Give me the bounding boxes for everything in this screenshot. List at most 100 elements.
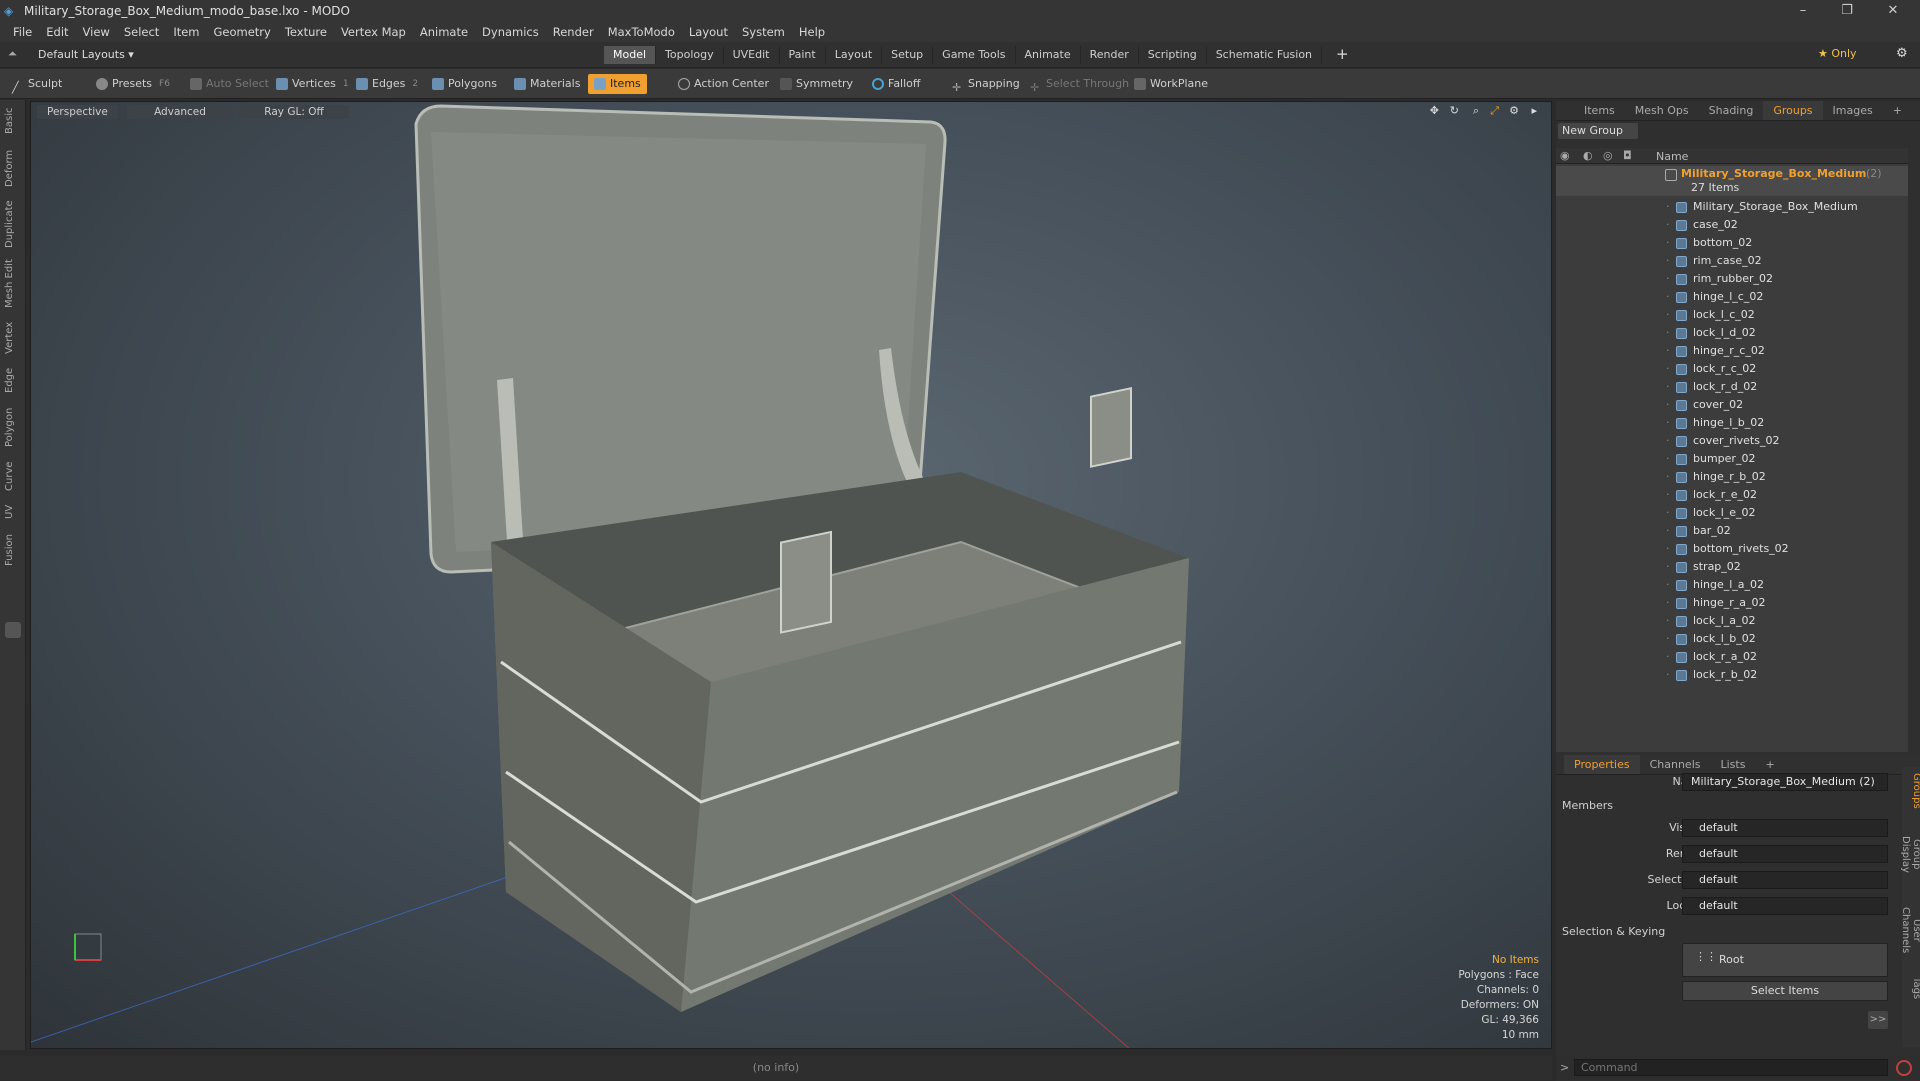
list-item[interactable]: · lock_r_b_02 — [1556, 666, 1908, 684]
strip-toggle-icon[interactable] — [5, 622, 21, 638]
vtab-mesh-edit[interactable]: Mesh Edit — [4, 258, 22, 310]
menu-animate[interactable]: Animate — [413, 25, 475, 39]
list-item[interactable]: · lock_l_c_02 — [1556, 306, 1908, 324]
tab-uvedit[interactable]: UVEdit — [724, 46, 780, 64]
list-item[interactable]: · hinge_r_b_02 — [1556, 468, 1908, 486]
close-button[interactable]: ✕ — [1872, 0, 1914, 22]
default-layouts-dropdown[interactable]: Default Layouts ▾ — [38, 48, 134, 61]
tab-topology[interactable]: Topology — [656, 46, 724, 64]
side-tab-group-display[interactable]: Group Display — [1900, 819, 1920, 889]
tab-items[interactable]: Items — [1574, 101, 1625, 120]
action-center-button[interactable]: Action Center — [672, 74, 775, 94]
list-item[interactable]: · lock_r_d_02 — [1556, 378, 1908, 396]
menu-file[interactable]: File — [6, 25, 39, 39]
render-dropdown[interactable]: default — [1682, 845, 1888, 863]
selection-keying-section[interactable]: Selection & Keying — [1562, 925, 1665, 938]
tab-layout[interactable]: Layout — [826, 46, 883, 64]
select-items-button[interactable]: Select Items — [1682, 981, 1888, 1001]
menu-system[interactable]: System — [735, 25, 792, 39]
vtab-duplicate[interactable]: Duplicate — [4, 198, 22, 250]
tab-scripting[interactable]: Scripting — [1139, 46, 1207, 64]
vtab-vertex[interactable]: Vertex — [4, 318, 22, 358]
root-button[interactable]: ⋮⋮ Root — [1682, 943, 1888, 977]
menu-texture[interactable]: Texture — [278, 25, 334, 39]
materials-button[interactable]: Materials — [508, 74, 586, 94]
menu-render[interactable]: Render — [546, 25, 601, 39]
name-field[interactable]: Military_Storage_Box_Medium (2) — [1682, 773, 1888, 791]
list-item[interactable]: · lock_l_d_02 — [1556, 324, 1908, 342]
tab-game-tools[interactable]: Game Tools — [933, 46, 1016, 64]
side-tab-groups[interactable]: Groups — [1904, 771, 1920, 811]
auto-select-button[interactable]: Auto Select — [184, 74, 275, 94]
presets-button[interactable]: Presets F6 — [90, 74, 176, 94]
list-item[interactable]: · hinge_l_a_02 — [1556, 576, 1908, 594]
list-item[interactable]: · case_02 — [1556, 216, 1908, 234]
menu-dynamics[interactable]: Dynamics — [475, 25, 546, 39]
visibility-column-icon[interactable]: ◉ — [1560, 149, 1570, 162]
list-item[interactable]: · strap_02 — [1556, 558, 1908, 576]
add-panel-tab-button[interactable]: + — [1883, 101, 1912, 120]
list-item[interactable]: · bumper_02 — [1556, 450, 1908, 468]
sculpt-button[interactable]: ╱ Sculpt — [6, 74, 68, 94]
selectable-dropdown[interactable]: default — [1682, 871, 1888, 889]
symmetry-button[interactable]: Symmetry — [774, 74, 859, 94]
menu-geometry[interactable]: Geometry — [207, 25, 278, 39]
polygons-button[interactable]: Polygons — [426, 74, 503, 94]
list-item[interactable]: · cover_rivets_02 — [1556, 432, 1908, 450]
list-item[interactable]: · hinge_r_c_02 — [1556, 342, 1908, 360]
tab-render[interactable]: Render — [1081, 46, 1139, 64]
tab-mesh-ops[interactable]: Mesh Ops — [1625, 101, 1699, 120]
render-column-icon[interactable]: ◐ — [1583, 149, 1593, 162]
tab-groups[interactable]: Groups — [1763, 101, 1823, 120]
list-item[interactable]: · rim_rubber_02 — [1556, 270, 1908, 288]
snapping-button[interactable]: ✛ Snapping — [946, 74, 1026, 94]
list-item[interactable]: · lock_l_a_02 — [1556, 612, 1908, 630]
tab-shading[interactable]: Shading — [1699, 101, 1764, 120]
list-item[interactable]: · cover_02 — [1556, 396, 1908, 414]
visible-dropdown[interactable]: default — [1682, 819, 1888, 837]
list-item[interactable]: · lock_l_e_02 — [1556, 504, 1908, 522]
side-tab-user-channels[interactable]: User Channels — [1900, 895, 1920, 965]
vtab-edge[interactable]: Edge — [4, 364, 22, 396]
vtab-fusion[interactable]: Fusion — [4, 532, 22, 568]
menu-edit[interactable]: Edit — [39, 25, 75, 39]
restore-button[interactable]: ❐ — [1826, 0, 1868, 22]
list-item[interactable]: · lock_r_c_02 — [1556, 360, 1908, 378]
menu-select[interactable]: Select — [117, 25, 166, 39]
vtab-uv[interactable]: UV — [4, 500, 22, 524]
tab-model[interactable]: Model — [604, 46, 657, 64]
list-item[interactable]: · lock_l_b_02 — [1556, 630, 1908, 648]
layout-collapse-icon[interactable]: ⏶ — [8, 47, 17, 61]
menu-vertex-map[interactable]: Vertex Map — [334, 25, 413, 39]
select-column-icon[interactable]: ◎ — [1603, 149, 1613, 162]
menu-view[interactable]: View — [76, 25, 117, 39]
list-item[interactable]: · lock_r_a_02 — [1556, 648, 1908, 666]
list-item[interactable]: · bottom_rivets_02 — [1556, 540, 1908, 558]
workplane-button[interactable]: WorkPlane — [1128, 74, 1214, 94]
more-button[interactable]: >> — [1868, 1011, 1888, 1029]
command-input[interactable] — [1574, 1059, 1888, 1076]
edges-button[interactable]: Edges 2 — [350, 74, 424, 94]
vtab-basic[interactable]: Basic — [4, 104, 22, 138]
items-button[interactable]: Items — [588, 74, 647, 94]
list-item[interactable]: · bottom_02 — [1556, 234, 1908, 252]
tab-paint[interactable]: Paint — [780, 46, 826, 64]
members-section[interactable]: Members — [1562, 799, 1613, 812]
group-root-row[interactable]: Military_Storage_Box_Medium (2) 27 Items — [1556, 166, 1908, 196]
tab-schematic-fusion[interactable]: Schematic Fusion — [1207, 46, 1323, 64]
list-item[interactable]: · lock_r_e_02 — [1556, 486, 1908, 504]
record-macro-icon[interactable] — [1896, 1060, 1912, 1076]
only-toggle[interactable]: ★ Only — [1818, 47, 1857, 60]
falloff-button[interactable]: Falloff — [866, 74, 926, 94]
menu-item[interactable]: Item — [166, 25, 206, 39]
select-through-button[interactable]: ✛ Select Through — [1024, 74, 1135, 94]
new-group-button[interactable]: New Group — [1558, 123, 1638, 139]
list-item[interactable]: · hinge_r_a_02 — [1556, 594, 1908, 612]
side-tab-tags[interactable]: Tags — [1904, 973, 1920, 1003]
3d-viewport[interactable]: Perspective Advanced Ray GL: Off ✥ ↻ ⌕ ⤢… — [30, 101, 1552, 1049]
list-item[interactable]: · hinge_l_c_02 — [1556, 288, 1908, 306]
locked-dropdown[interactable]: default — [1682, 897, 1888, 915]
vtab-curve[interactable]: Curve — [4, 458, 22, 494]
vtab-polygon[interactable]: Polygon — [4, 404, 22, 450]
minimize-button[interactable]: – — [1782, 0, 1824, 22]
